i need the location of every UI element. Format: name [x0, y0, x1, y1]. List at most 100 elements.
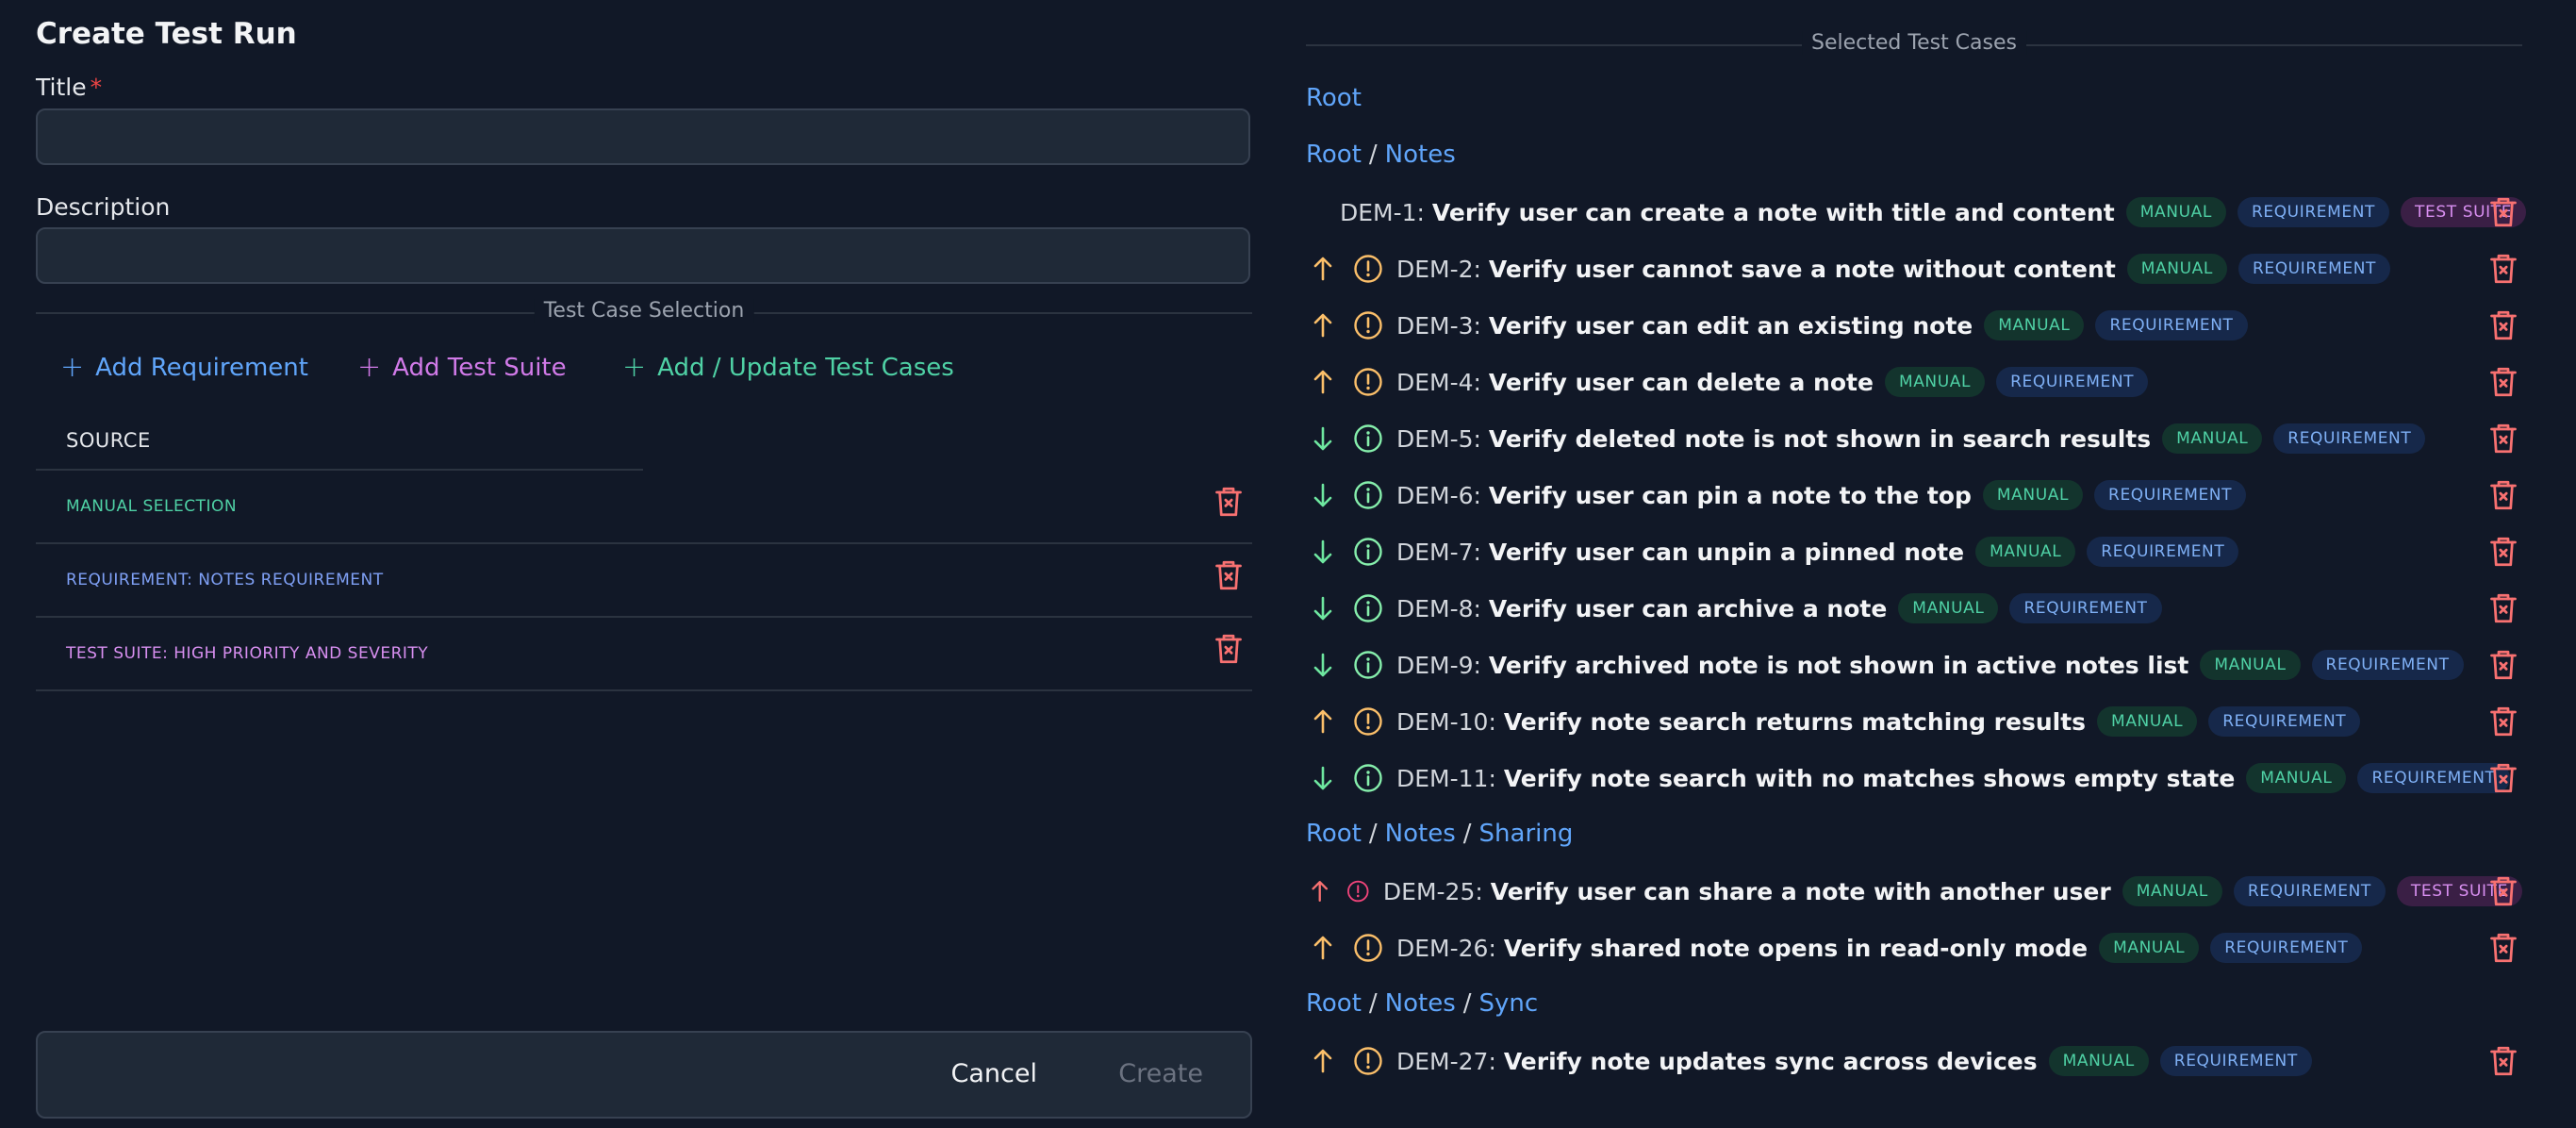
trash-icon[interactable]: [2489, 1044, 2518, 1078]
form-footer: Cancel Create: [36, 1031, 1252, 1119]
alert-circle-icon: [1346, 876, 1369, 906]
trash-icon[interactable]: [2489, 195, 2518, 229]
breadcrumb-segment[interactable]: Notes: [1385, 141, 1456, 169]
test-case-id: DEM-4:: [1396, 368, 1489, 396]
breadcrumb-separator: /: [1368, 989, 1378, 1018]
breadcrumb-segment[interactable]: Notes: [1385, 989, 1456, 1018]
test-case-name: Verify user can archive a note: [1488, 594, 1888, 622]
test-case-title[interactable]: DEM-8: Verify user can archive a note: [1396, 595, 1887, 622]
test-case-row: DEM-11: Verify note search with no match…: [1306, 756, 2522, 800]
test-case-row: DEM-4: Verify user can delete a note MANU…: [1306, 360, 2522, 404]
arrow-up-icon: [1310, 1046, 1336, 1076]
cancel-button[interactable]: Cancel: [951, 1059, 1037, 1088]
title-label: Title *: [36, 74, 102, 101]
manual-badge: MANUAL: [2122, 876, 2222, 906]
trash-icon[interactable]: [2489, 365, 2518, 399]
trash-icon[interactable]: [2489, 761, 2518, 795]
test-case-row: DEM-3: Verify user can edit an existing …: [1306, 304, 2522, 347]
add-update-test-cases-button[interactable]: + Add / Update Test Cases: [622, 351, 954, 384]
requirement-badge: REQUIREMENT: [2159, 1046, 2312, 1076]
test-case-name: Verify user can pin a note to the top: [1488, 481, 1972, 509]
trash-icon[interactable]: [2489, 422, 2518, 456]
test-case-name: Verify deleted note is not shown in sear…: [1488, 424, 2152, 453]
test-case-title[interactable]: DEM-3: Verify user can edit an existing …: [1396, 312, 1973, 340]
trash-icon[interactable]: [1214, 632, 1243, 666]
test-case-title[interactable]: DEM-1: Verify user can create a note wit…: [1340, 199, 2115, 226]
trash-icon[interactable]: [2489, 648, 2518, 682]
test-case-title[interactable]: DEM-7: Verify user can unpin a pinned no…: [1396, 539, 1964, 566]
test-case-title[interactable]: DEM-27: Verify note updates sync across …: [1396, 1048, 2038, 1075]
trash-icon[interactable]: [2489, 705, 2518, 738]
breadcrumb-segment[interactable]: Root: [1306, 141, 1362, 169]
add-requirement-button[interactable]: + Add Requirement: [60, 354, 308, 383]
requirement-badge: REQUIREMENT: [2094, 480, 2247, 510]
test-case-id: DEM-27:: [1396, 1047, 1504, 1075]
requirement-badge: REQUIREMENT: [2233, 876, 2386, 906]
source-column-header: SOURCE: [66, 429, 151, 452]
test-case-id: DEM-8:: [1396, 594, 1489, 622]
requirement-badge: REQUIREMENT: [2237, 254, 2390, 284]
test-case-id: DEM-2:: [1396, 255, 1489, 283]
arrow-up-icon: [1310, 706, 1336, 737]
trash-icon[interactable]: [2489, 591, 2518, 625]
breadcrumb-separator: /: [1462, 820, 1472, 848]
requirement-badge: REQUIREMENT: [2357, 763, 2510, 793]
breadcrumb-segment[interactable]: Notes: [1385, 820, 1456, 848]
create-button[interactable]: Create: [1118, 1059, 1203, 1088]
test-case-title[interactable]: DEM-5: Verify deleted note is not shown …: [1396, 425, 2151, 453]
test-case-row: DEM-8: Verify user can archive a note MAN…: [1306, 587, 2522, 630]
test-case-title[interactable]: DEM-11: Verify note search with no match…: [1396, 765, 2235, 792]
trash-icon[interactable]: [2489, 478, 2518, 512]
trash-icon[interactable]: [2489, 252, 2518, 286]
description-input[interactable]: [36, 227, 1250, 284]
trash-icon[interactable]: [2489, 874, 2518, 908]
plus-icon: +: [622, 351, 647, 384]
trash-icon[interactable]: [1214, 485, 1243, 519]
trash-icon[interactable]: [1214, 558, 1243, 592]
group-breadcrumb: Root / Notes / Sharing: [1306, 820, 1573, 848]
manual-badge: MANUAL: [2099, 933, 2200, 963]
test-case-title[interactable]: DEM-9: Verify archived note is not shown…: [1396, 652, 2188, 679]
test-case-title[interactable]: DEM-4: Verify user can delete a note: [1396, 369, 1874, 396]
test-case-title[interactable]: DEM-10: Verify note search returns match…: [1396, 708, 2086, 736]
source-label: REQUIREMENT: NOTES REQUIREMENT: [66, 571, 384, 589]
manual-badge: MANUAL: [2246, 763, 2347, 793]
breadcrumb-segment[interactable]: Root: [1306, 820, 1362, 848]
breadcrumb-segment[interactable]: Sharing: [1479, 820, 1574, 848]
test-case-row: DEM-7: Verify user can unpin a pinned no…: [1306, 530, 2522, 573]
test-case-id: DEM-5:: [1396, 424, 1489, 453]
arrow-down-icon: [1310, 480, 1336, 510]
test-case-id: DEM-1:: [1340, 198, 1432, 226]
trash-icon[interactable]: [2489, 931, 2518, 965]
test-case-row: DEM-27: Verify note updates sync across …: [1306, 1039, 2522, 1083]
info-circle-icon: [1353, 593, 1383, 623]
requirement-badge: REQUIREMENT: [2311, 650, 2464, 680]
test-case-title[interactable]: DEM-2: Verify user cannot save a note wi…: [1396, 256, 2116, 283]
selected-section-label: Selected Test Cases: [1802, 31, 2026, 55]
test-case-title[interactable]: DEM-26: Verify shared note opens in read…: [1396, 935, 2088, 962]
breadcrumb-segment[interactable]: Root: [1306, 989, 1362, 1018]
add-test-suite-button[interactable]: + Add Test Suite: [357, 354, 567, 383]
arrow-down-icon: [1310, 537, 1336, 567]
test-case-name: Verify user cannot save a note without c…: [1488, 255, 2116, 283]
trash-icon[interactable]: [2489, 535, 2518, 569]
manual-badge: MANUAL: [2048, 1046, 2149, 1076]
requirement-badge: REQUIREMENT: [2087, 537, 2239, 567]
title-input[interactable]: [36, 108, 1250, 165]
test-case-title[interactable]: DEM-25: Verify user can share a note wit…: [1383, 878, 2111, 905]
source-label: MANUAL SELECTION: [66, 497, 238, 516]
source-row: MANUAL SELECTION: [36, 471, 1252, 544]
test-case-title[interactable]: DEM-6: Verify user can pin a note to the…: [1396, 482, 1972, 509]
breadcrumb-segment[interactable]: Root: [1306, 84, 1362, 112]
breadcrumb-separator: /: [1368, 141, 1378, 169]
selected-test-cases-panel: Selected Test Cases Root Root / Notes DEM-1:…: [1306, 0, 2527, 1128]
info-circle-icon: [1353, 423, 1383, 454]
info-circle-icon: [1353, 763, 1383, 793]
manual-badge: MANUAL: [2125, 197, 2226, 227]
manual-badge: MANUAL: [1975, 537, 2076, 567]
test-case-id: DEM-3:: [1396, 311, 1489, 340]
breadcrumb-segment[interactable]: Sync: [1479, 989, 1539, 1018]
trash-icon[interactable]: [2489, 308, 2518, 342]
test-case-row: DEM-6: Verify user can pin a note to the…: [1306, 473, 2522, 517]
description-label: Description: [36, 193, 171, 221]
